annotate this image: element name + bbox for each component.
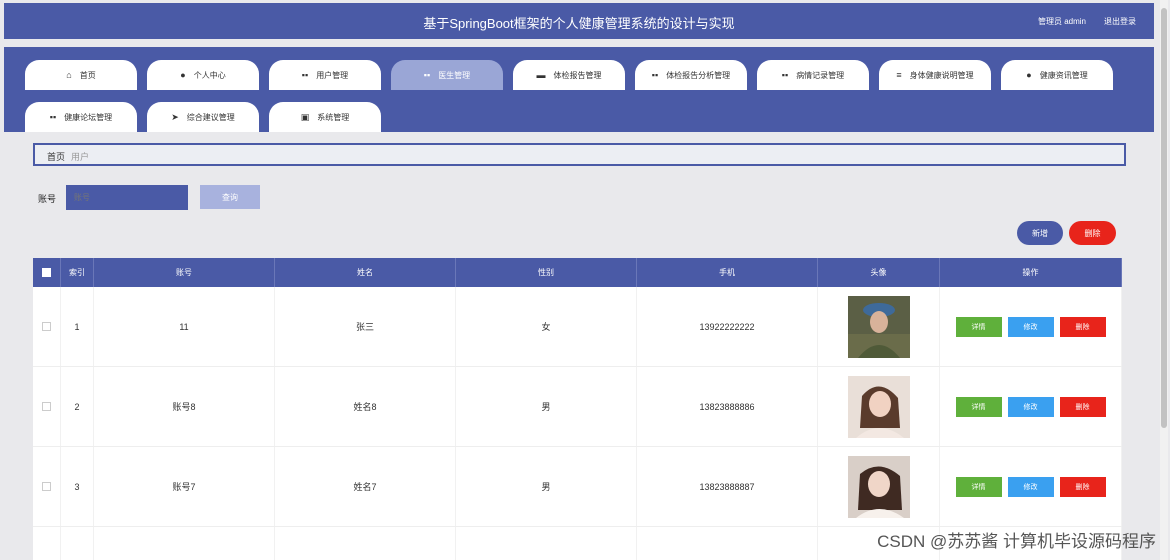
search-button[interactable]: 查询 (200, 185, 260, 209)
cell-phone: 13922222222 (637, 287, 818, 366)
grid-icon: ▪▪ (301, 70, 309, 80)
tab-health-news[interactable]: ● 健康资讯管理 (1001, 60, 1113, 90)
table-header: 索引 账号 姓名 性别 手机 头像 操作 (33, 258, 1122, 287)
delete-button[interactable]: 删除 (1069, 221, 1116, 245)
vertical-scrollbar[interactable] (1160, 0, 1168, 560)
header-gender: 性别 (456, 258, 637, 287)
table-row: 1 11 张三 女 13922222222 详情 修改 删除 (33, 287, 1122, 367)
tab-label: 健康资讯管理 (1039, 70, 1088, 80)
tab-doctor-management[interactable]: ▪▪ 医生管理 (391, 60, 503, 90)
user-icon: ● (1026, 70, 1032, 80)
cell-index: 3 (61, 447, 94, 526)
briefcase-icon: ▬ (536, 70, 546, 80)
breadcrumb-current: 用户 (71, 152, 90, 162)
cell-name: 张三 (275, 287, 456, 366)
tab-condition-record[interactable]: ▪▪ 病情记录管理 (757, 60, 869, 90)
cell-phone: 13823888886 (637, 367, 818, 446)
app-title: 基于SpringBoot框架的个人健康管理系统的设计与实现 (423, 16, 735, 31)
tab-label: 体检报告管理 (553, 70, 602, 80)
scrollbar-thumb[interactable] (1161, 8, 1167, 428)
table-row: 2 账号8 姓名8 男 13823888886 详情 修改 删除 (33, 367, 1122, 447)
select-all-checkbox[interactable] (42, 268, 51, 277)
edit-button[interactable]: 修改 (1007, 316, 1054, 337)
search-label: 账号 (38, 194, 57, 204)
edit-button[interactable]: 修改 (1007, 476, 1054, 497)
breadcrumb-home[interactable]: 首页 (47, 152, 65, 162)
admin-user-label: 管理员 admin (1037, 17, 1086, 26)
cell-account: 账号7 (94, 447, 275, 526)
user-icon: ● (180, 70, 186, 80)
header-account: 账号 (94, 258, 275, 287)
tab-report-analysis[interactable]: ▪▪ 体检报告分析管理 (635, 60, 747, 90)
row-checkbox[interactable] (42, 322, 51, 331)
avatar (847, 375, 910, 438)
cell-index: 2 (61, 367, 94, 446)
grid-icon: ▪▪ (423, 70, 431, 80)
cell-phone: 13823888887 (637, 447, 818, 526)
home-icon: ⌂ (66, 70, 72, 80)
detail-button[interactable]: 详情 (955, 476, 1002, 497)
breadcrumb: 首页 用户 (33, 143, 1126, 166)
watermark: CSDN @苏苏酱 计算机毕设源码程序 (877, 532, 1156, 551)
avatar (847, 295, 910, 358)
header-name: 姓名 (275, 258, 456, 287)
cell-gender: 女 (456, 287, 637, 366)
header-phone: 手机 (637, 258, 818, 287)
row-checkbox[interactable] (42, 482, 51, 491)
tab-label: 身体健康说明管理 (909, 70, 974, 80)
row-checkbox[interactable] (42, 402, 51, 411)
top-header: 基于SpringBoot框架的个人健康管理系统的设计与实现 管理员 admin … (4, 3, 1154, 39)
cell-index: 1 (61, 287, 94, 366)
cell-account: 账号8 (94, 367, 275, 446)
account-search-input[interactable] (66, 185, 188, 210)
add-button[interactable]: 新增 (1017, 221, 1063, 245)
tab-advice-management[interactable]: ➤ 综合建议管理 (147, 102, 259, 132)
cell-gender: 男 (456, 367, 637, 446)
user-table: 索引 账号 姓名 性别 手机 头像 操作 1 11 张三 女 139222222… (33, 258, 1122, 560)
tab-label: 体检报告分析管理 (666, 70, 731, 80)
header-index: 索引 (61, 258, 94, 287)
nav-bar: ⌂ 首页 ● 个人中心 ▪▪ 用户管理 ▪▪ 医生管理 ▬ 体检报告管理 ▪▪ 体检报告分析… (4, 47, 1154, 132)
tab-home[interactable]: ⌂ 首页 (25, 60, 137, 90)
cell-name: 姓名8 (275, 367, 456, 446)
tab-label: 个人中心 (193, 70, 226, 80)
cell-name: 姓名7 (275, 447, 456, 526)
tab-health-description[interactable]: ≡ 身体健康说明管理 (879, 60, 991, 90)
tab-label: 病情记录管理 (796, 70, 845, 80)
row-delete-button[interactable]: 删除 (1059, 476, 1106, 497)
tab-label: 医生管理 (438, 70, 471, 80)
tab-label: 系统管理 (317, 112, 350, 122)
tab-checkup-report[interactable]: ▬ 体检报告管理 (513, 60, 625, 90)
tab-personal-center[interactable]: ● 个人中心 (147, 60, 259, 90)
send-icon: ➤ (171, 111, 179, 122)
grid-icon: ▪▪ (49, 112, 57, 122)
cell-account: 11 (94, 287, 275, 366)
row-delete-button[interactable]: 删除 (1059, 316, 1106, 337)
text-icon: ≡ (896, 70, 902, 80)
cell-gender: 男 (456, 447, 637, 526)
edit-button[interactable]: 修改 (1007, 396, 1054, 417)
clipboard-icon: ▣ (300, 111, 310, 122)
logout-link[interactable]: 退出登录 (1104, 16, 1136, 27)
avatar (847, 455, 910, 518)
header-actions: 操作 (940, 258, 1122, 287)
detail-button[interactable]: 详情 (955, 316, 1002, 337)
tab-label: 健康论坛管理 (64, 112, 113, 122)
detail-button[interactable]: 详情 (955, 396, 1002, 417)
tab-label: 综合建议管理 (186, 112, 235, 122)
tab-user-management[interactable]: ▪▪ 用户管理 (269, 60, 381, 90)
tab-system-management[interactable]: ▣ 系统管理 (269, 102, 381, 132)
header-select-all[interactable] (33, 258, 61, 287)
grid-icon: ▪▪ (651, 70, 659, 80)
table-row: 3 账号7 姓名7 男 13823888887 详情 修改 删除 (33, 447, 1122, 527)
tab-health-forum[interactable]: ▪▪ 健康论坛管理 (25, 102, 137, 132)
tab-label: 用户管理 (316, 70, 349, 80)
header-avatar: 头像 (818, 258, 940, 287)
tab-label: 首页 (79, 70, 96, 80)
row-delete-button[interactable]: 删除 (1059, 396, 1106, 417)
grid-icon: ▪▪ (781, 70, 789, 80)
